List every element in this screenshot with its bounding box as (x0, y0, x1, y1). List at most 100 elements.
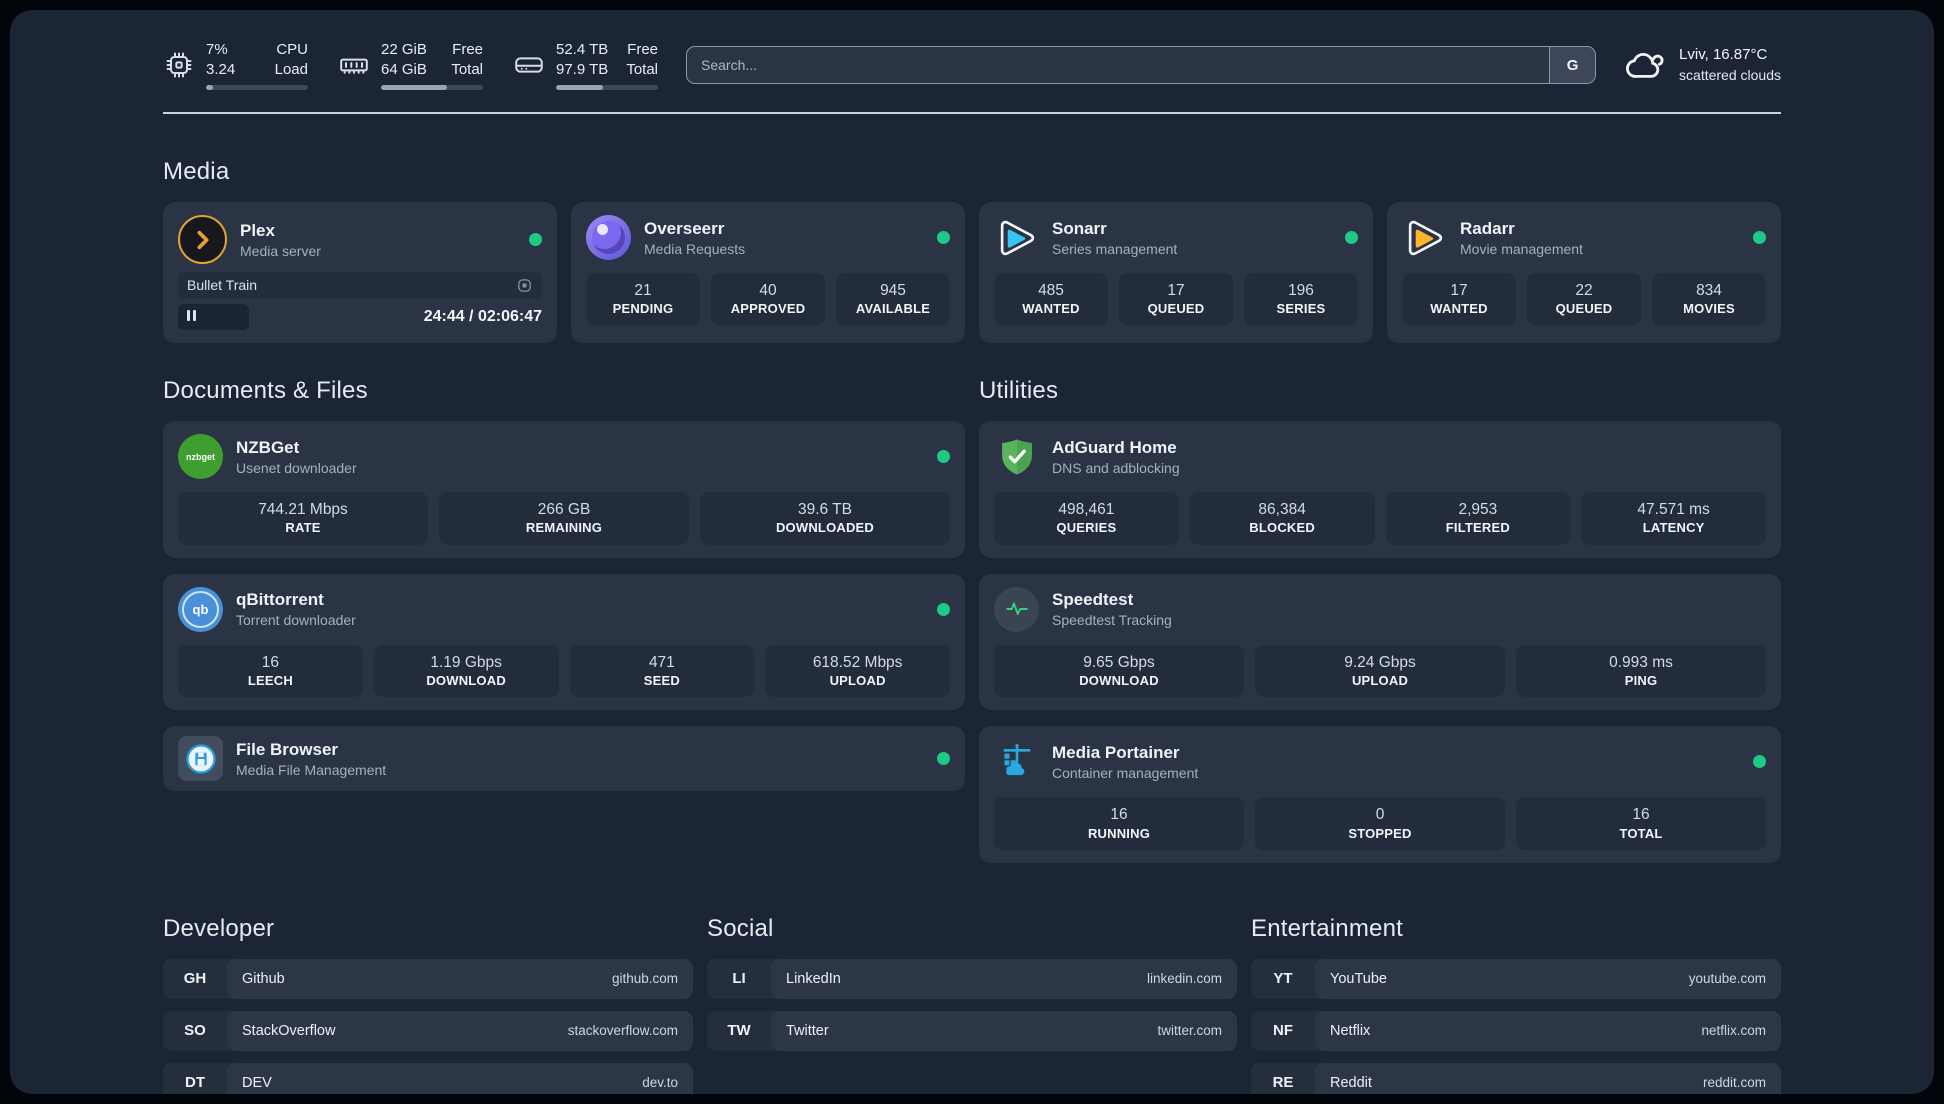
stat-value: 744.21 Mbps (258, 501, 348, 518)
bookmark-linkedin[interactable]: LI LinkedIn linkedin.com (707, 958, 1237, 999)
filebrowser-card[interactable]: File Browser Media File Management (163, 726, 965, 792)
section-title-utilities: Utilities (979, 377, 1059, 404)
bookmark-name: DEV (242, 1074, 272, 1091)
stat-value: 86,384 (1258, 501, 1306, 518)
overseerr-approved-tile: 40 APPROVED (711, 273, 825, 326)
portainer-card[interactable]: Media Portainer Container management 16 … (979, 726, 1781, 863)
ram-free-value: 22 GiB (381, 41, 427, 58)
stat-label: QUERIES (1056, 520, 1117, 536)
bookmark-url: youtube.com (1688, 971, 1766, 987)
ram-stat: 22 GiB 64 GiB Free Total (338, 40, 483, 90)
stat-value: 196 (1288, 282, 1314, 299)
stat-label: UPLOAD (829, 673, 886, 688)
section-title-documents: Documents & Files (163, 377, 368, 404)
bookmark-name: StackOverflow (242, 1022, 336, 1039)
stat-value: 0.993 ms (1609, 653, 1673, 671)
nzbget-icon-text: nzbget (186, 451, 215, 462)
stat-label: FILTERED (1445, 520, 1510, 536)
bookmark-name: Twitter (786, 1022, 829, 1039)
ram-icon (340, 58, 368, 74)
overseerr-title: Overseerr (644, 218, 725, 238)
speedtest-icon (994, 586, 1039, 632)
stat-label: UPLOAD (1351, 673, 1409, 688)
speedtest-upload-tile: 9.24 Gbps UPLOAD (1255, 644, 1505, 698)
weather-condition: scattered clouds (1679, 66, 1781, 83)
qbittorrent-card[interactable]: qb qBittorrent Torrent downloader 16 LEE… (163, 573, 965, 711)
bookmark-url: twitter.com (1157, 1023, 1222, 1039)
stat-value: 16 (1632, 806, 1650, 824)
sonarr-card[interactable]: Sonarr Series management 485 WANTED 17 Q… (979, 202, 1373, 343)
stat-label: SEED (643, 673, 680, 688)
overseerr-status-dot (937, 231, 950, 244)
stat-value: 266 GB (537, 501, 591, 518)
search-engine-button[interactable]: G (1549, 47, 1596, 83)
stat-label: STOPPED (1348, 825, 1412, 841)
qbittorrent-download-tile: 1.19 Gbps DOWNLOAD (373, 644, 559, 698)
stop-session-icon[interactable] (516, 277, 533, 294)
stat-value: 16 (1110, 806, 1128, 824)
adguard-description: DNS and adblocking (1052, 459, 1180, 476)
cpu-progress-fill (206, 85, 214, 90)
bookmark-youtube[interactable]: YT YouTube youtube.com (1251, 958, 1781, 999)
playback-controls: 24:44 / 02:06:47 (178, 304, 542, 330)
radarr-title: Radarr (1460, 218, 1515, 238)
dashboard-panel: 7% 3.24 CPU Load 22 GiB 64 GiB Free Tota… (10, 10, 1934, 1094)
stat-value: 485 (1038, 282, 1064, 299)
stat-value: 834 (1696, 282, 1722, 299)
stat-value: 47.571 ms (1637, 501, 1710, 518)
now-playing-title: Bullet Train (187, 277, 258, 293)
qbittorrent-leech-tile: 16 LEECH (178, 644, 363, 698)
utilities-column: Utilities AdGuard Home DNS and adblockin… (979, 377, 1781, 863)
sonarr-series-tile: 196 SERIES (1244, 273, 1358, 326)
stat-label: SERIES (1276, 301, 1326, 317)
overseerr-card[interactable]: Overseerr Media Requests 21 PENDING 40 A… (571, 202, 965, 343)
portainer-total-tile: 16 TOTAL (1516, 797, 1766, 850)
radarr-wanted-tile: 17 WANTED (1402, 273, 1516, 326)
bookmark-url: netflix.com (1701, 1023, 1766, 1039)
stat-label: REMAINING (525, 520, 603, 536)
section-title-social: Social (707, 914, 774, 942)
adguard-card[interactable]: AdGuard Home DNS and adblocking 498,461 … (979, 421, 1781, 558)
portainer-icon (994, 739, 1039, 784)
bookmark-netflix[interactable]: NF Netflix netflix.com (1251, 1010, 1781, 1051)
speedtest-card[interactable]: Speedtest Speedtest Tracking 9.65 Gbps D… (979, 573, 1781, 711)
radarr-description: Movie management (1460, 240, 1583, 257)
stat-value: 40 (759, 282, 777, 299)
bookmark-dev[interactable]: DT DEV dev.to (163, 1062, 693, 1094)
stat-label: MOVIES (1683, 301, 1735, 317)
playback-progress[interactable] (178, 304, 249, 330)
playback-time: 24:44 / 02:06:47 (423, 308, 542, 325)
bookmark-twitter[interactable]: TW Twitter twitter.com (707, 1010, 1237, 1051)
stat-value: 0 (1375, 806, 1385, 824)
stat-value: 945 (880, 282, 906, 299)
stat-value: 471 (648, 653, 675, 671)
stat-label: TOTAL (1619, 825, 1663, 841)
bookmark-abbrev: GH (183, 970, 207, 988)
adguard-icon (994, 434, 1039, 479)
cpu-progress-track (206, 85, 308, 90)
plex-card[interactable]: Plex Media server Bullet Train 24:44 / 0… (163, 202, 557, 343)
overseerr-icon (586, 215, 631, 260)
disk-icon (515, 57, 543, 73)
stat-value: 16 (261, 653, 279, 671)
section-title-developer: Developer (163, 914, 275, 942)
developer-column: Developer GH Github github.com SO StackOv… (163, 915, 693, 1094)
plex-description: Media server (240, 242, 321, 259)
bookmark-stackoverflow[interactable]: SO StackOverflow stackoverflow.com (163, 1010, 693, 1051)
stat-label: PENDING (612, 301, 674, 317)
stat-label: PING (1624, 673, 1658, 688)
disk-progress-track (556, 85, 658, 90)
radarr-card[interactable]: Radarr Movie management 17 WANTED 22 QUE… (1387, 202, 1781, 343)
bookmark-url: dev.to (642, 1075, 678, 1091)
stat-label: WANTED (1022, 301, 1080, 317)
portainer-status-dot (1753, 755, 1766, 769)
section-title-media: Media (163, 158, 230, 185)
bookmark-github[interactable]: GH Github github.com (163, 958, 693, 999)
stat-label: AVAILABLE (855, 301, 931, 317)
search-input[interactable] (687, 47, 1550, 83)
adguard-title: AdGuard Home (1052, 437, 1177, 457)
stat-value: 498,461 (1058, 501, 1115, 518)
adguard-latency-tile: 47.571 ms LATENCY (1581, 492, 1766, 545)
bookmark-reddit[interactable]: RE Reddit reddit.com (1251, 1062, 1781, 1094)
nzbget-card[interactable]: nzbget NZBGet Usenet downloader 744.21 M… (163, 421, 965, 558)
